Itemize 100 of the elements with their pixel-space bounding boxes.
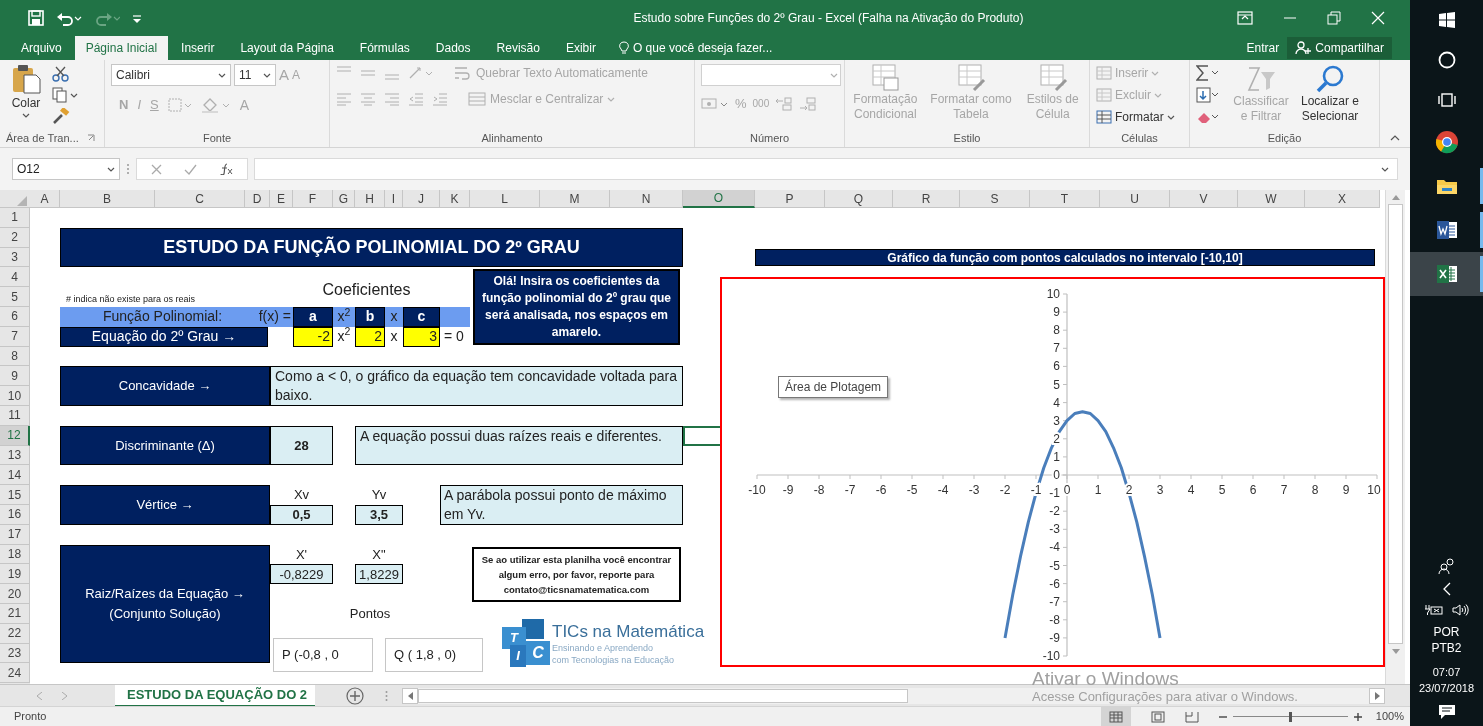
horizontal-scrollbar[interactable] <box>402 687 1385 704</box>
format-painter-icon[interactable] <box>52 108 70 124</box>
ribbon-tab[interactable]: Inserir <box>168 36 228 60</box>
caret-icon <box>607 96 616 102</box>
undo-icon[interactable] <box>56 10 82 26</box>
clock-time[interactable]: 07:07 <box>1432 664 1461 680</box>
speaker-icon[interactable] <box>1451 604 1470 616</box>
tell-me-field[interactable]: O que você deseja fazer... <box>632 39 773 57</box>
ribbon-tab[interactable]: Exibir <box>552 36 609 60</box>
logo-name: TICs na Matemática <box>552 621 705 642</box>
page-break-icon[interactable] <box>1184 710 1199 723</box>
language-indicator[interactable]: POR <box>1433 624 1460 640</box>
notifications-icon[interactable] <box>1437 704 1456 720</box>
coefficient-input[interactable]: 3 <box>403 326 440 347</box>
spreadsheet-icon[interactable] <box>1435 264 1458 284</box>
row-label: Discriminante (Δ) <box>60 425 270 466</box>
activation-notice-text: Ativar o Windows Acesse Configurações para ativar o Windows. <box>1032 669 1298 704</box>
tick-label: 5 <box>1218 483 1226 497</box>
coefficient-input[interactable]: 2 <box>355 326 385 347</box>
autosum-icon[interactable] <box>1196 65 1220 81</box>
name-box[interactable]: O12 <box>12 158 120 180</box>
tick-label: -4 <box>937 483 949 497</box>
logo-tagline: Ensinando e Aprendendo <box>552 641 655 654</box>
tick-label: 9 <box>1342 483 1350 497</box>
scroll-left-icon[interactable] <box>407 691 413 700</box>
caret-icon <box>1166 114 1175 120</box>
point-value: P (-0,8 , 0 <box>273 637 373 672</box>
cut-icon[interactable] <box>52 66 70 82</box>
format-cells-icon <box>1096 110 1112 124</box>
restore-icon[interactable] <box>1327 11 1341 25</box>
battery-icon[interactable] <box>1423 604 1444 616</box>
more-icon <box>126 163 130 175</box>
normal-view-icon[interactable] <box>1108 710 1123 723</box>
keyboard-layout[interactable]: PTB2 <box>1431 640 1462 656</box>
group-label: Estilo <box>953 130 981 146</box>
circle-icon[interactable] <box>1437 51 1456 69</box>
tick-label: 10 <box>1046 287 1060 301</box>
ribbon-tab[interactable]: Layout da Página <box>227 36 347 60</box>
tick-label: -7 <box>844 483 856 497</box>
caret-icon <box>830 72 838 78</box>
taskbar-button[interactable] <box>1410 252 1483 296</box>
sign-in-link[interactable]: Entrar <box>1238 36 1288 60</box>
collapse-ribbon-icon[interactable] <box>1390 135 1400 141</box>
close-icon[interactable] <box>1371 11 1385 25</box>
add-sheet-icon[interactable] <box>345 685 365 706</box>
row-label: Vértice → <box>60 485 270 525</box>
search-icon <box>1315 64 1345 94</box>
tick-label: 9 <box>1053 305 1060 320</box>
task-view-icon[interactable] <box>1436 92 1457 108</box>
browser-icon[interactable] <box>1434 130 1459 154</box>
formula-field[interactable] <box>254 158 1398 180</box>
coefficient-input[interactable]: -2 <box>293 326 333 347</box>
tick-label: 0 <box>1063 483 1071 497</box>
ribbon-tab[interactable]: Fórmulas <box>346 36 423 60</box>
row-header[interactable]: 12 <box>0 425 30 446</box>
tick-label: 3 <box>1053 413 1060 428</box>
sheet-tab[interactable]: ESTUDO DA EQUAÇÃO DO 2 <box>115 684 315 707</box>
folder-icon[interactable] <box>1435 177 1458 195</box>
ribbon-tab[interactable]: Página Inicial <box>74 36 169 60</box>
page-layout-icon[interactable] <box>1150 710 1165 723</box>
increase-indent-icon <box>432 92 448 106</box>
logo-letter: T <box>502 626 526 649</box>
scroll-right-icon[interactable] <box>1374 691 1380 700</box>
copy-icon[interactable] <box>52 87 78 103</box>
clipboard-icon <box>11 64 41 94</box>
zoom-in-icon[interactable] <box>1353 712 1362 721</box>
ribbon-tab[interactable]: Arquivo <box>8 36 75 60</box>
row-label: (Conjunto Solução) <box>109 604 221 623</box>
editing-button[interactable]: Localizar e Selecionar <box>1292 64 1368 129</box>
fill-down-icon[interactable] <box>1196 87 1220 103</box>
ribbon-tab[interactable]: Dados <box>422 36 484 60</box>
tick-label: -8 <box>813 483 825 497</box>
chevron-left-icon[interactable] <box>1442 582 1451 596</box>
column-header[interactable]: O <box>683 190 755 208</box>
cells-button[interactable]: Formatar <box>1096 108 1175 126</box>
paste-button[interactable]: Colar <box>6 64 46 129</box>
tick-label: 1 <box>1053 449 1060 464</box>
windows-logo-icon[interactable] <box>1438 12 1455 28</box>
insert-cells-icon <box>1096 66 1112 80</box>
share-button[interactable]: Compartilhar <box>1287 37 1392 59</box>
zoom-slider[interactable] <box>1232 711 1348 722</box>
orientation-icon <box>408 66 434 80</box>
tick-label: -9 <box>782 483 794 497</box>
zoom-level[interactable]: 100% <box>1375 708 1404 725</box>
value-label: Yv <box>370 486 388 505</box>
save-icon[interactable] <box>28 10 44 26</box>
zoom-slider-thumb[interactable] <box>1289 711 1293 722</box>
document-icon[interactable] <box>1435 220 1458 240</box>
people-icon[interactable] <box>1437 558 1456 574</box>
clock-date[interactable]: 23/07/2018 <box>1418 680 1475 696</box>
lightbulb-icon <box>618 41 629 55</box>
increase-decimal-icon <box>775 96 794 111</box>
term-text: x$^{2}$ <box>336 307 352 327</box>
ribbon-display-icon[interactable] <box>1237 11 1253 25</box>
customize-toolbar-icon[interactable] <box>132 12 142 24</box>
tick-label: -4 <box>1049 540 1060 555</box>
tick-label: 1 <box>1094 483 1102 497</box>
result-text: A parábola possui ponto de máximo em Yv. <box>440 485 683 525</box>
ribbon-tab[interactable]: Revisão <box>483 36 553 60</box>
insert-function-icon[interactable] <box>219 163 233 175</box>
